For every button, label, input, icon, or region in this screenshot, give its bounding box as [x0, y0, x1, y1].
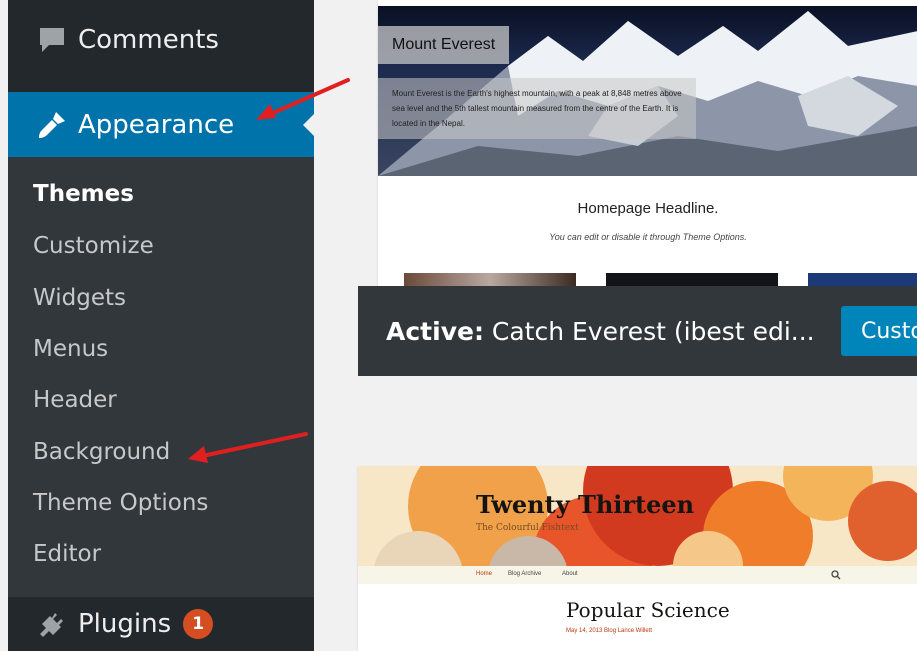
- submenu-customize[interactable]: Customize: [33, 233, 154, 259]
- search-icon: [831, 570, 841, 580]
- theme-card-twenty-thirteen[interactable]: Twenty Thirteen The Colourful Fishtext H…: [358, 466, 917, 651]
- nav-item: Home: [476, 571, 493, 577]
- submenu-editor[interactable]: Editor: [33, 541, 101, 567]
- hero-image: Mount Everest Mount Everest is the Earth…: [378, 6, 917, 176]
- paintbrush-icon: [30, 105, 74, 145]
- menu-plugins[interactable]: Plugins 1: [8, 597, 314, 651]
- nav-item: Blog Archive: [508, 571, 542, 577]
- menu-comments-label: Comments: [78, 25, 219, 55]
- submenu-menus[interactable]: Menus: [33, 336, 108, 362]
- speech-bubble-icon: [30, 20, 74, 60]
- active-theme-name: Active: Catch Everest (ibest edi...: [386, 317, 815, 346]
- featured-thumbnail: [808, 273, 917, 286]
- menu-appearance-label: Appearance: [78, 109, 235, 140]
- submenu-widgets[interactable]: Widgets: [33, 285, 126, 311]
- plugins-update-badge: 1: [183, 609, 214, 639]
- nav-item: About: [562, 571, 578, 577]
- plug-icon: [30, 604, 74, 644]
- menu-plugins-label: Plugins: [78, 609, 172, 639]
- theme-navigation: Home Blog Archive About: [358, 566, 917, 584]
- theme-site-title: Twenty Thirteen: [476, 490, 695, 519]
- theme-post-title: Popular Science: [566, 598, 730, 622]
- featured-thumbnail: [404, 273, 576, 286]
- customize-button[interactable]: Custo: [841, 306, 917, 356]
- homepage-subheadline: You can edit or disable it through Theme…: [549, 232, 747, 242]
- submenu-theme-options[interactable]: Theme Options: [33, 490, 208, 516]
- hero-title: Mount Everest: [378, 26, 510, 64]
- submenu-background[interactable]: Background: [33, 439, 170, 465]
- theme-header-image: Twenty Thirteen The Colourful Fishtext: [358, 466, 917, 566]
- menu-comments[interactable]: Comments: [8, 0, 314, 80]
- theme-name: Catch Everest (ibest edi...: [491, 316, 815, 346]
- hero-caption: Mount Everest is the Earth's highest mou…: [378, 78, 696, 139]
- theme-post-meta: May 14, 2013 Blog Lance Willett: [566, 628, 653, 634]
- annotation-arrow: [188, 432, 308, 463]
- featured-thumbnail: [606, 273, 778, 286]
- theme-site-tagline: The Colourful Fishtext: [476, 523, 579, 533]
- theme-screenshot: Mount Everest Mount Everest is the Earth…: [378, 0, 917, 286]
- annotation-arrow: [256, 78, 350, 120]
- submenu-themes[interactable]: Themes: [33, 181, 134, 207]
- active-theme-bar: Active: Catch Everest (ibest edi... Cust…: [358, 286, 917, 376]
- homepage-headline: Homepage Headline.: [577, 200, 719, 217]
- active-prefix: Active:: [386, 316, 484, 346]
- submenu-header[interactable]: Header: [33, 387, 117, 413]
- active-theme-card[interactable]: Mount Everest Mount Everest is the Earth…: [358, 0, 917, 376]
- appearance-submenu: Themes Customize Widgets Menus Header Ba…: [8, 157, 314, 597]
